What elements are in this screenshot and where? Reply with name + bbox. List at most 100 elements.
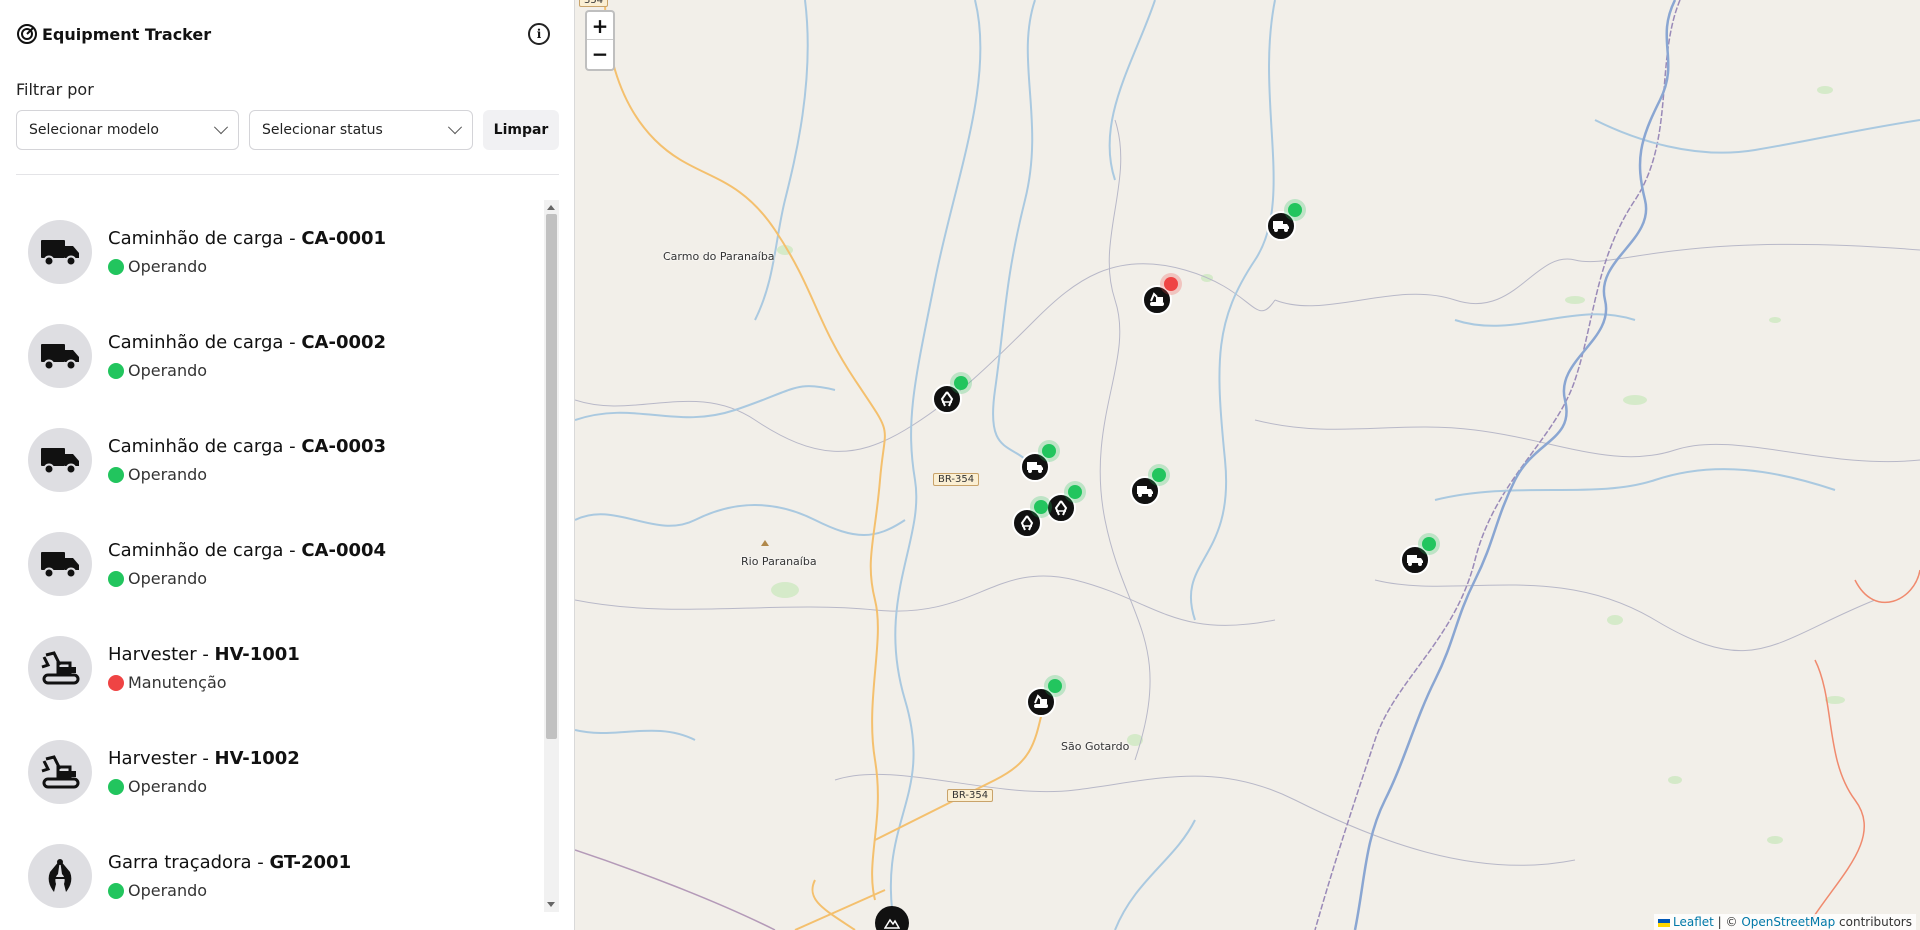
attribution-suffix: contributors	[1835, 915, 1912, 929]
map-marker-harvester[interactable]	[1026, 679, 1062, 717]
map-marker-harvester[interactable]	[1142, 277, 1178, 315]
app-root: Equipment Tracker i Filtrar por Selecion…	[0, 0, 1920, 930]
status-dot	[108, 570, 124, 587]
truck-icon	[41, 344, 79, 371]
scroll-down-arrow[interactable]	[547, 902, 555, 907]
zoom-control: + −	[585, 10, 615, 71]
equipment-status-label: Operando	[128, 361, 208, 380]
map-marker-truck[interactable]	[1266, 203, 1302, 241]
place-sao-gotardo: São Gotardo	[1061, 740, 1130, 753]
chevron-down-icon	[447, 120, 463, 135]
map-marker-claw[interactable]	[1046, 485, 1082, 523]
road-label-br354-a: BR-354	[933, 473, 980, 486]
equipment-status: Operando	[108, 777, 300, 796]
equipment-status-label: Operando	[128, 465, 208, 484]
filter-label: Filtrar por	[16, 80, 94, 99]
equipment-status: Operando	[108, 465, 386, 484]
info-icon[interactable]: i	[528, 23, 550, 45]
model-select[interactable]: Selecionar modelo	[16, 110, 239, 150]
equipment-list-item[interactable]: Caminhão de carga - CA-0002 Operando	[16, 304, 544, 408]
equipment-status-label: Operando	[128, 569, 208, 588]
ukraine-flag-icon	[1658, 918, 1670, 927]
equipment-avatar	[28, 324, 92, 388]
map-marker-truck[interactable]	[1400, 537, 1436, 575]
equipment-status: Operando	[108, 361, 386, 380]
equipment-title: Caminhão de carga - CA-0003	[108, 436, 386, 457]
status-dot	[108, 882, 124, 899]
place-rio: Rio Paranaíba	[741, 555, 817, 568]
equipment-avatar	[28, 740, 92, 804]
sidebar: Equipment Tracker i Filtrar por Selecion…	[0, 0, 575, 930]
harvester-icon	[1034, 694, 1048, 708]
equipment-code: GT-2001	[269, 852, 352, 873]
equipment-type: Caminhão de carga -	[108, 540, 302, 561]
equipment-list-item[interactable]: Harvester - HV-1002 Operando	[16, 720, 544, 824]
scroll-up-arrow[interactable]	[547, 205, 555, 210]
equipment-avatar	[28, 844, 92, 908]
harvester-icon	[41, 755, 80, 789]
list-scrollbar[interactable]	[544, 200, 559, 912]
map-marker-claw[interactable]	[932, 376, 968, 414]
osm-link[interactable]: OpenStreetMap	[1741, 915, 1835, 929]
harvester-icon	[1150, 292, 1164, 306]
status-dot	[1152, 468, 1166, 482]
status-dot	[1068, 485, 1082, 499]
equipment-status-label: Operando	[128, 257, 208, 276]
status-dot	[108, 466, 124, 483]
equipment-type: Harvester -	[108, 644, 215, 665]
truck-icon	[1137, 486, 1153, 497]
status-dot	[108, 674, 124, 691]
leaflet-link[interactable]: Leaflet	[1673, 915, 1714, 929]
equipment-title: Caminhão de carga - CA-0002	[108, 332, 386, 353]
equipment-title: Garra traçadora - GT-2001	[108, 852, 351, 873]
app-title: Equipment Tracker	[42, 24, 212, 44]
equipment-code: CA-0001	[301, 228, 387, 249]
map[interactable]: + − 354 Carmo do Paranaíba Rio Paranaíba…	[575, 0, 1920, 930]
zoom-in-button[interactable]: +	[587, 12, 613, 40]
equipment-type: Garra traçadora -	[108, 852, 270, 873]
zoom-out-button[interactable]: −	[587, 40, 613, 68]
equipment-avatar	[28, 532, 92, 596]
equipment-list-item[interactable]: Garra traçadora - GT-2001 Operando	[16, 824, 544, 912]
harvester-icon	[41, 651, 80, 685]
status-dot	[1164, 277, 1178, 291]
claw-icon	[1020, 515, 1034, 531]
equipment-status-label: Operando	[128, 881, 208, 900]
clear-button[interactable]: Limpar	[483, 110, 559, 150]
equipment-code: CA-0004	[301, 540, 387, 561]
equipment-status: Manutenção	[108, 673, 300, 692]
status-dot	[954, 376, 968, 390]
filter-bar: Selecionar modelo Selecionar status Limp…	[16, 110, 559, 150]
status-dot	[1288, 203, 1302, 217]
equipment-avatar	[28, 220, 92, 284]
header: Equipment Tracker i	[16, 20, 558, 48]
equipment-code: CA-0003	[301, 436, 387, 457]
map-marker-claw[interactable]	[1012, 500, 1048, 538]
status-dot	[1422, 537, 1436, 551]
chevron-down-icon	[213, 120, 229, 135]
place-carmo: Carmo do Paranaíba	[663, 250, 775, 263]
status-select[interactable]: Selecionar status	[249, 110, 473, 150]
equipment-type: Caminhão de carga -	[108, 228, 302, 249]
equipment-list-item[interactable]: Caminhão de carga - CA-0001 Operando	[16, 200, 544, 304]
map-attribution: Leaflet | © OpenStreetMap contributors	[1654, 914, 1916, 930]
truck-icon	[1407, 555, 1423, 566]
equipment-avatar	[28, 428, 92, 492]
map-marker-truck[interactable]	[1130, 468, 1166, 506]
equipment-list-item[interactable]: Caminhão de carga - CA-0004 Operando	[16, 512, 544, 616]
truck-icon	[41, 240, 79, 267]
equipment-list-item[interactable]: Caminhão de carga - CA-0003 Operando	[16, 408, 544, 512]
map-marker-truck[interactable]	[1020, 444, 1056, 482]
equipment-type: Caminhão de carga -	[108, 436, 302, 457]
equipment-title: Harvester - HV-1002	[108, 748, 300, 769]
divider	[16, 174, 559, 175]
truck-icon	[41, 448, 79, 475]
equipment-list-item[interactable]: Harvester - HV-1001 Manutenção	[16, 616, 544, 720]
status-dot	[1034, 500, 1048, 514]
model-select-value: Selecionar modelo	[29, 122, 159, 138]
claw-icon	[1054, 500, 1068, 516]
scroll-thumb[interactable]	[546, 214, 557, 739]
equipment-type: Harvester -	[108, 748, 215, 769]
status-select-value: Selecionar status	[262, 122, 383, 138]
road-label-br354-b: BR-354	[947, 789, 994, 802]
